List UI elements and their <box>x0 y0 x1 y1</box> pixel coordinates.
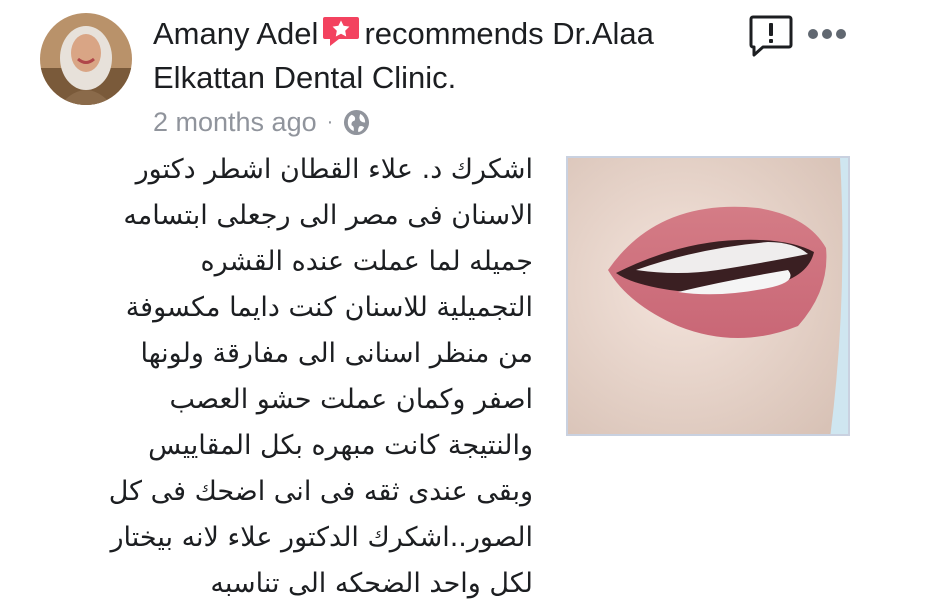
report-button[interactable] <box>748 14 794 58</box>
post-text-line: جميله لما عملت عنده القشره <box>200 246 533 277</box>
globe-icon <box>344 109 370 135</box>
post-body-text: اشكرك د. علاء القطان اشطر دكتور الاسنان … <box>30 147 533 607</box>
post-text-line: الصور..اشكرك الدكتور علاء لانه بيختار <box>110 522 533 553</box>
post-text-line: اصفر وكمان عملت حشو العصب <box>169 384 533 415</box>
more-options-button[interactable] <box>806 24 848 44</box>
meta-separator: · <box>326 110 334 133</box>
more-options-icon <box>808 29 846 39</box>
report-icon <box>749 15 793 57</box>
post-text-line: وبقى عندى ثقه فى انى اضحك فى كل <box>108 476 533 507</box>
post-header: Amany Adel recommends Dr.Alaa Elkattan D… <box>153 12 743 100</box>
recommends-text: recommends <box>364 16 544 51</box>
author-name[interactable]: Amany Adel <box>153 16 318 51</box>
post-text-line: اشكرك د. علاء القطان اشطر دكتور <box>135 154 533 185</box>
post-text-line: الاسنان فى مصر الى رجعلى ابتسامه <box>123 200 533 231</box>
post-text-line: التجميلية للاسنان كنت دايما مكسوفة <box>125 292 533 323</box>
post-text-line: من منظر اسنانى الى مفارقة ولونها <box>140 338 533 369</box>
post-timestamp[interactable]: 2 months ago <box>153 107 317 138</box>
post-text-line: والنتيجة كانت مبهره بكل المقاييس <box>148 430 533 461</box>
post-photo[interactable] <box>566 156 850 436</box>
author-avatar[interactable] <box>40 13 132 105</box>
post-meta: 2 months ago · <box>153 102 370 142</box>
recommend-badge-icon <box>322 14 360 46</box>
post-text-line: لكل واحد الضحكه الى تناسبه <box>210 568 533 599</box>
